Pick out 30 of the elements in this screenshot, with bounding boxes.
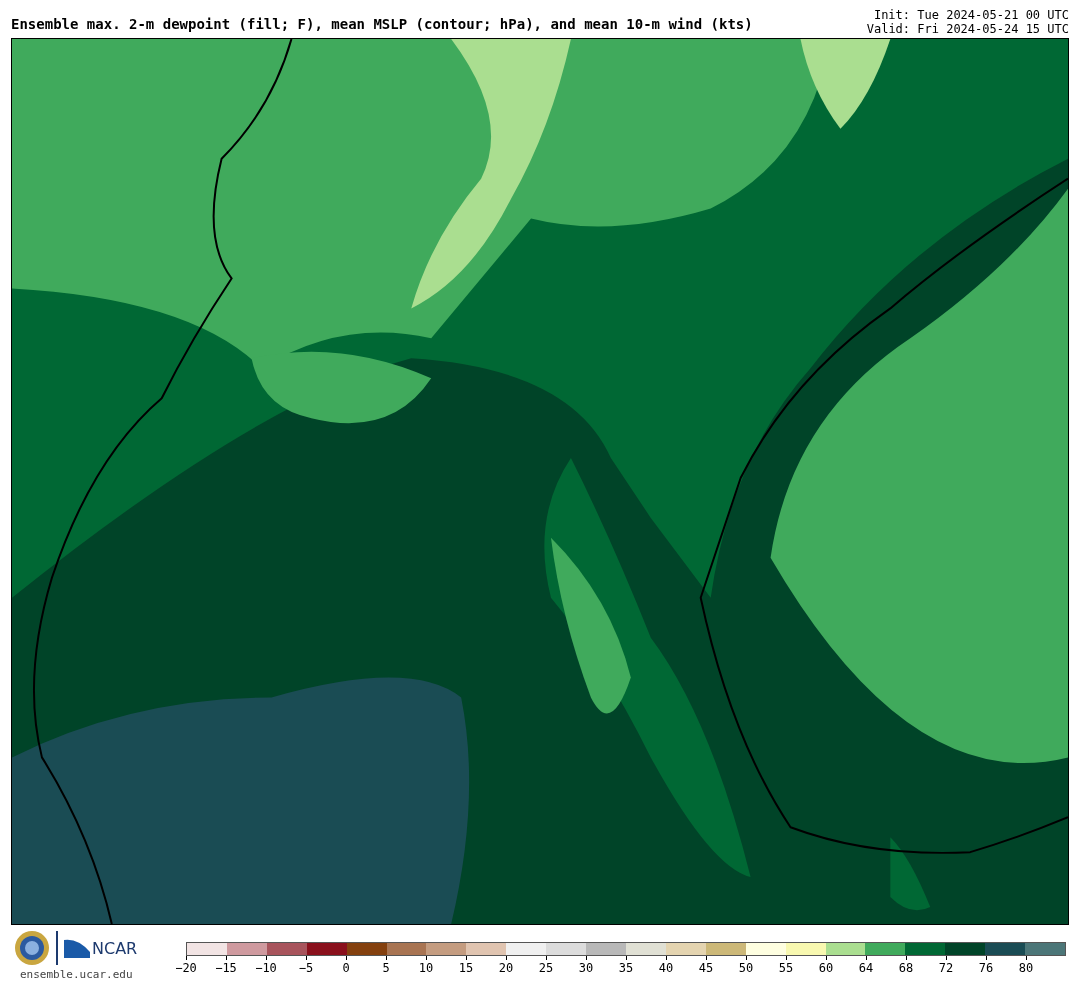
tick-label: 25 [537, 960, 555, 975]
tick-label: 30 [577, 960, 595, 975]
tick-label: −15 [214, 960, 238, 975]
tick-label: −10 [254, 960, 278, 975]
tick-label: 10 [417, 960, 435, 975]
tick-label: 35 [617, 960, 635, 975]
tick-label: −5 [297, 960, 315, 975]
tick-label: 68 [897, 960, 915, 975]
tick-label: 40 [657, 960, 675, 975]
website-link[interactable]: ensemble.ucar.edu [20, 968, 133, 981]
swoosh-icon [64, 938, 90, 958]
tick-label: 55 [777, 960, 795, 975]
tick-label: 64 [857, 960, 875, 975]
chart-title: Ensemble max. 2-m dewpoint (fill; F), mean MSLP (contour; hPa), and mean 10-m wind (kts) [11, 16, 753, 34]
logo-text: NCAR [92, 938, 138, 958]
tick-label: 76 [977, 960, 995, 975]
init-time: Init: Tue 2024-05-21 00 UTC [872, 8, 1069, 22]
globe-seal-icon [14, 930, 50, 966]
tick-label: 80 [1017, 960, 1035, 975]
tick-label: 72 [937, 960, 955, 975]
tick-label: 5 [381, 960, 391, 975]
tick-label: 20 [497, 960, 515, 975]
tick-label: 50 [737, 960, 755, 975]
tick-label: 15 [457, 960, 475, 975]
tick-label: 60 [817, 960, 835, 975]
valid-time: Valid: Fri 2024-05-24 15 UTC [866, 22, 1069, 36]
tick-label: 0 [341, 960, 351, 975]
tick-label: 45 [697, 960, 715, 975]
divider-line-icon [56, 931, 58, 965]
tick-label: −20 [174, 960, 198, 975]
